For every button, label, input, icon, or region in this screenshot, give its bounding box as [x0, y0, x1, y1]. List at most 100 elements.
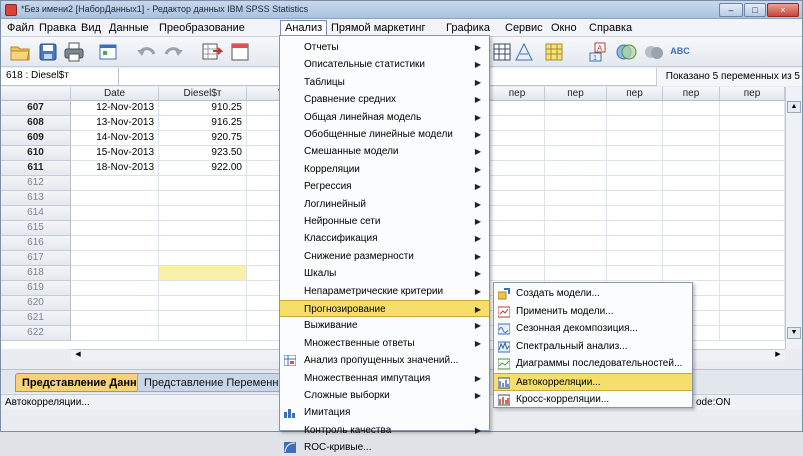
weight-cases-icon[interactable]: [513, 41, 535, 63]
diesel-cell[interactable]: 923.50: [159, 146, 247, 161]
empty-cell[interactable]: [607, 116, 663, 131]
empty-cell[interactable]: [663, 251, 720, 266]
row-header[interactable]: 618: [1, 266, 71, 281]
close-button[interactable]: ×: [767, 3, 799, 17]
date-cell[interactable]: [71, 266, 159, 281]
diesel-cell[interactable]: 916.25: [159, 116, 247, 131]
diesel-cell[interactable]: [159, 281, 247, 296]
column-header-var[interactable]: пер: [545, 87, 607, 101]
value-labels-icon[interactable]: A1: [587, 41, 609, 63]
empty-cell[interactable]: [490, 266, 545, 281]
date-cell[interactable]: [71, 251, 159, 266]
date-cell[interactable]: [71, 281, 159, 296]
column-header-var[interactable]: пер: [607, 87, 663, 101]
diesel-cell[interactable]: 920.75: [159, 131, 247, 146]
empty-cell[interactable]: [490, 206, 545, 221]
analyze-menu-item[interactable]: Шкалы ▶: [280, 265, 489, 282]
empty-cell[interactable]: [720, 206, 785, 221]
empty-cell[interactable]: [720, 251, 785, 266]
analyze-menu-item[interactable]: Отчеты ▶: [280, 39, 489, 56]
empty-cell[interactable]: [720, 101, 785, 116]
empty-cell[interactable]: [607, 251, 663, 266]
analyze-menu-item[interactable]: Множественная импутация ▶: [280, 370, 489, 387]
scroll-up-arrow-icon[interactable]: ▲: [787, 101, 801, 113]
empty-cell[interactable]: [490, 221, 545, 236]
column-header-date[interactable]: Date: [71, 87, 159, 101]
menu-view[interactable]: Вид: [77, 21, 105, 36]
column-header-var[interactable]: пер: [490, 87, 545, 101]
forecasting-menu-item[interactable]: Диаграммы последовательностей...: [494, 355, 692, 373]
maximize-button[interactable]: □: [744, 3, 766, 17]
scroll-right-arrow-icon[interactable]: ▶: [773, 350, 783, 360]
analyze-menu-item[interactable]: Нейронные сети ▶: [280, 213, 489, 230]
row-header[interactable]: 617: [1, 251, 71, 266]
date-cell[interactable]: [71, 206, 159, 221]
diesel-cell[interactable]: [159, 191, 247, 206]
analyze-menu-item[interactable]: Общая линейная модель ▶: [280, 109, 489, 126]
analyze-menu-item[interactable]: Имитация: [280, 404, 489, 421]
row-header[interactable]: 619: [1, 281, 71, 296]
forecasting-menu-item[interactable]: Спектральный анализ...: [494, 338, 692, 356]
date-cell[interactable]: [71, 191, 159, 206]
empty-cell[interactable]: [545, 176, 607, 191]
empty-cell[interactable]: [720, 266, 785, 281]
empty-cell[interactable]: [720, 311, 785, 326]
diesel-cell[interactable]: [159, 296, 247, 311]
date-cell[interactable]: 18-Nov-2013: [71, 161, 159, 176]
analyze-menu-item[interactable]: Прогнозирование ▶: [280, 300, 489, 317]
select-cases-icon[interactable]: [543, 41, 565, 63]
forecasting-menu-item[interactable]: Сезонная декомпозиция...: [494, 320, 692, 338]
empty-cell[interactable]: [545, 236, 607, 251]
menu-utilities[interactable]: Сервис: [501, 21, 547, 36]
analyze-menu-item[interactable]: Логлинейный ▶: [280, 196, 489, 213]
menu-help[interactable]: Справка: [585, 21, 636, 36]
empty-cell[interactable]: [663, 266, 720, 281]
empty-cell[interactable]: [663, 131, 720, 146]
analyze-menu-item[interactable]: Смешанные модели ▶: [280, 143, 489, 160]
date-cell[interactable]: [71, 311, 159, 326]
analyze-menu-item[interactable]: Выживание ▶: [280, 317, 489, 334]
empty-cell[interactable]: [490, 236, 545, 251]
diesel-cell[interactable]: [159, 236, 247, 251]
empty-cell[interactable]: [663, 221, 720, 236]
empty-cell[interactable]: [607, 206, 663, 221]
analyze-menu-item[interactable]: Непараметрические критерии ▶: [280, 283, 489, 300]
empty-cell[interactable]: [720, 131, 785, 146]
analyze-menu-item[interactable]: Сложные выборки ▶: [280, 387, 489, 404]
empty-cell[interactable]: [607, 236, 663, 251]
row-header[interactable]: 620: [1, 296, 71, 311]
analyze-menu-item[interactable]: Классификация ▶: [280, 230, 489, 247]
empty-cell[interactable]: [720, 191, 785, 206]
row-header[interactable]: 608: [1, 116, 71, 131]
menu-file[interactable]: Файл: [3, 21, 38, 36]
column-header-var[interactable]: пер: [663, 87, 720, 101]
row-header[interactable]: 611: [1, 161, 71, 176]
empty-cell[interactable]: [490, 146, 545, 161]
forecasting-menu-item[interactable]: Автокорреляции...: [494, 373, 692, 391]
empty-cell[interactable]: [545, 146, 607, 161]
date-cell[interactable]: 14-Nov-2013: [71, 131, 159, 146]
diesel-cell[interactable]: 910.25: [159, 101, 247, 116]
empty-cell[interactable]: [607, 191, 663, 206]
empty-cell[interactable]: [607, 176, 663, 191]
analyze-menu-item[interactable]: Снижение размерности ▶: [280, 248, 489, 265]
empty-cell[interactable]: [720, 296, 785, 311]
selected-cell[interactable]: [159, 266, 247, 281]
date-cell[interactable]: [71, 221, 159, 236]
menu-window[interactable]: Окно: [547, 21, 581, 36]
forecasting-menu-item[interactable]: Применить модели...: [494, 303, 692, 321]
row-header[interactable]: 614: [1, 206, 71, 221]
menu-direct-marketing[interactable]: Прямой маркетинг: [327, 21, 430, 36]
row-header[interactable]: 607: [1, 101, 71, 116]
empty-cell[interactable]: [663, 176, 720, 191]
analyze-menu-item[interactable]: Регрессия ▶: [280, 178, 489, 195]
split-file-icon[interactable]: [491, 41, 513, 63]
scroll-left-arrow-icon[interactable]: ◀: [73, 350, 83, 360]
empty-cell[interactable]: [607, 221, 663, 236]
empty-cell[interactable]: [545, 161, 607, 176]
use-sets-icon[interactable]: [615, 41, 637, 63]
diesel-cell[interactable]: [159, 251, 247, 266]
row-header[interactable]: 622: [1, 326, 71, 341]
minimize-button[interactable]: –: [719, 3, 743, 17]
empty-cell[interactable]: [545, 116, 607, 131]
